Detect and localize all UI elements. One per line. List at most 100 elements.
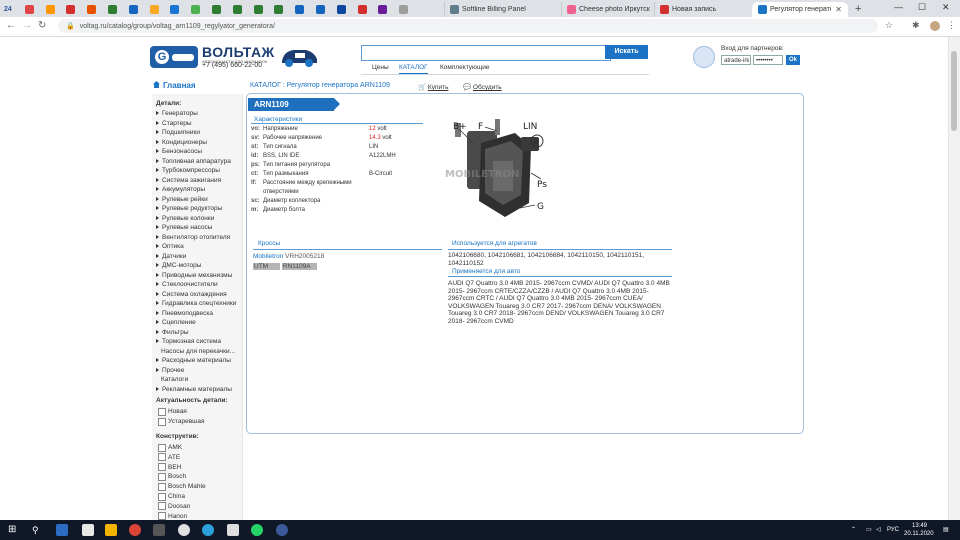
browser-tab[interactable]: Softline Billing Panel xyxy=(444,2,538,17)
sidebar-item[interactable]: Пневмоподвеска xyxy=(156,310,213,317)
nav-components[interactable]: Комплектующие xyxy=(440,64,489,71)
sidebar-item[interactable]: Оптика xyxy=(156,243,184,250)
browser-tab[interactable] xyxy=(357,2,370,17)
password-field[interactable]: •••••••• xyxy=(753,55,783,65)
browser-tab[interactable] xyxy=(24,2,37,17)
sidebar-item[interactable]: Аккумуляторы xyxy=(156,186,205,193)
discuss-link[interactable]: 💬 Обсудить xyxy=(463,83,502,91)
sidebar-item[interactable]: Вентилятор отопителя xyxy=(156,234,230,241)
browser-tab[interactable] xyxy=(316,2,328,17)
filter-checkbox[interactable]: ATE xyxy=(158,453,180,462)
tray-arrow-icon[interactable]: ⌃ xyxy=(851,526,856,533)
filter-checkbox[interactable]: Doosan xyxy=(158,502,190,511)
profile-icon[interactable] xyxy=(930,21,940,31)
task-view-icon[interactable] xyxy=(56,524,68,536)
nav-prices[interactable]: Цены xyxy=(372,64,389,71)
product-image[interactable]: B+ F LIN Ps G MOBILETRON xyxy=(445,113,563,233)
app-icon[interactable] xyxy=(153,524,165,536)
sidebar-item[interactable]: Система зажигания xyxy=(156,177,221,184)
folder-icon[interactable] xyxy=(105,524,117,536)
explorer-icon[interactable] xyxy=(82,524,94,536)
browser-tab[interactable] xyxy=(87,2,99,17)
search-input[interactable] xyxy=(361,45,611,61)
browser-tab[interactable] xyxy=(295,2,307,17)
filter-checkbox[interactable]: China xyxy=(158,492,185,501)
browser-tab[interactable] xyxy=(149,2,162,17)
filter-checkbox[interactable]: Bosch Mahle xyxy=(158,482,206,491)
filter-checkbox[interactable]: Hanon xyxy=(158,512,187,520)
volume-icon[interactable]: ◁ xyxy=(876,526,881,533)
notifications-icon[interactable]: ▤ xyxy=(943,526,949,533)
sidebar-item[interactable]: Топливная аппаратура xyxy=(156,158,231,165)
login-ok-button[interactable]: Ok xyxy=(786,55,800,65)
sidebar-item[interactable]: Рулевые колонки xyxy=(156,215,214,222)
clock-date[interactable]: 20.11.2020 xyxy=(904,531,934,537)
language-indicator[interactable]: РУС xyxy=(887,527,899,533)
sidebar-item[interactable]: Гидравлика спецтехники xyxy=(156,300,236,307)
scrollbar-thumb[interactable] xyxy=(951,51,957,131)
browser-tab[interactable] xyxy=(66,2,78,17)
filter-checkbox[interactable]: Bosch xyxy=(158,472,186,481)
maximize-icon[interactable]: ☐ xyxy=(918,2,926,13)
app-icon[interactable] xyxy=(276,524,288,536)
browser-tab[interactable] xyxy=(108,2,120,17)
menu-dots-icon[interactable]: ⋮ xyxy=(947,20,956,31)
sidebar-item-catalogs[interactable]: Каталоги xyxy=(161,376,188,383)
login-field[interactable]: atrade-irk xyxy=(721,55,751,65)
sidebar-item[interactable]: Кондиционеры xyxy=(156,139,207,146)
window-close-icon[interactable]: ✕ xyxy=(942,2,950,13)
filter-checkbox[interactable]: Устаревшая xyxy=(158,417,205,426)
browser-tab[interactable] xyxy=(170,2,182,17)
sidebar-item[interactable]: Бензонасосы xyxy=(156,148,202,155)
browser-tab[interactable] xyxy=(253,2,266,17)
url-field[interactable]: 🔒 voltag.ru/catalog/group/voltag_arn1109… xyxy=(58,19,878,33)
browser-tab[interactable] xyxy=(378,2,390,17)
network-icon[interactable]: ▭ xyxy=(866,526,872,533)
forward-arrow-icon[interactable]: → xyxy=(22,20,32,31)
logo[interactable]: G xyxy=(150,46,198,68)
browser-tab[interactable] xyxy=(45,2,58,17)
browser-tab[interactable] xyxy=(399,2,411,17)
sidebar-item[interactable]: Рулевые насосы xyxy=(156,224,212,231)
sidebar-item[interactable]: Стеклоочистители xyxy=(156,281,218,288)
tab-close-icon[interactable]: ✕ xyxy=(831,5,842,14)
breadcrumb[interactable]: КАТАЛОГ : Регулятор генератора ARN1109 xyxy=(250,82,390,89)
cross-brand[interactable]: UTM xyxy=(253,263,281,270)
browser-tab[interactable]: Cheese photo Иркутск xyxy=(561,2,655,17)
browser-tab[interactable] xyxy=(191,2,203,17)
new-tab-button[interactable]: + xyxy=(855,3,861,15)
sidebar-item[interactable]: Подшипники xyxy=(156,129,200,136)
sidebar-item[interactable]: Насосы для перекачки... xyxy=(161,348,235,355)
chrome-icon[interactable] xyxy=(129,524,141,536)
sidebar-item-ads[interactable]: Рекламные материалы xyxy=(156,386,232,393)
sidebar-item[interactable]: Сцепление xyxy=(156,319,196,326)
browser-tab[interactable]: 24 xyxy=(4,2,12,17)
browser-tab[interactable]: Новая запись xyxy=(654,2,748,17)
sidebar-item[interactable]: Фильтры xyxy=(156,329,189,336)
sidebar-item[interactable]: Датчики xyxy=(156,253,186,260)
brand-name[interactable]: ВОЛЬТАЖ xyxy=(202,44,275,60)
sidebar-item[interactable]: ДМС-моторы xyxy=(156,262,201,269)
minimize-icon[interactable]: — xyxy=(894,2,903,12)
sidebar-item[interactable]: Рулевые рейки xyxy=(156,196,208,203)
windows-start-icon[interactable]: ⊞ xyxy=(8,524,20,536)
home-link[interactable]: Главная xyxy=(153,81,196,90)
reload-icon[interactable]: ↻ xyxy=(38,20,46,31)
app-icon[interactable] xyxy=(178,524,190,536)
browser-tab[interactable] xyxy=(212,2,224,17)
sidebar-item[interactable]: Система охлаждения xyxy=(156,291,227,298)
extensions-icon[interactable]: ✱ xyxy=(912,20,920,31)
sidebar-item[interactable]: Генераторы xyxy=(156,110,198,117)
sidebar-item[interactable]: Расходные материалы xyxy=(156,357,231,364)
star-icon[interactable]: ☆ xyxy=(885,20,893,31)
browser-tab-active[interactable]: Регулятор генератора✕ xyxy=(752,2,848,17)
clock-time[interactable]: 13:49 xyxy=(912,523,927,529)
sidebar-item[interactable]: Рулевые редукторы xyxy=(156,205,222,212)
back-arrow-icon[interactable]: ← xyxy=(6,20,16,31)
sidebar-item[interactable]: Прочее xyxy=(156,367,184,374)
sidebar-item[interactable]: Турбокомпрессоры xyxy=(156,167,220,174)
sidebar-item[interactable]: Тормозная система xyxy=(156,338,221,345)
search-button[interactable]: Искать xyxy=(605,45,648,59)
scrollbar[interactable] xyxy=(948,37,960,520)
filter-checkbox[interactable]: AMK xyxy=(158,443,182,452)
